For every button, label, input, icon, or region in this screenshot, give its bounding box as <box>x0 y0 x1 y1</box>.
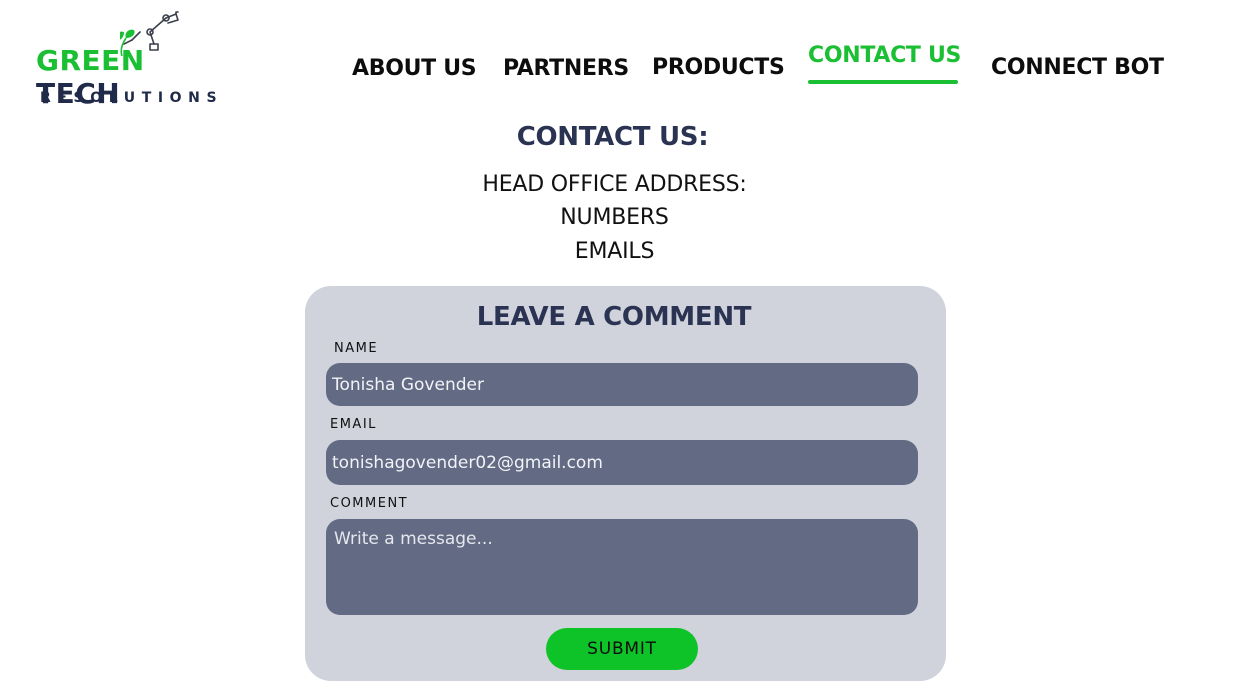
form-title: LEAVE A COMMENT <box>476 302 752 332</box>
brand-logo[interactable]: GREEN TECH RESOLUTIONS <box>34 10 239 110</box>
nav-connect-bot[interactable]: CONNECT BOT <box>991 55 1164 80</box>
logo-word-green: GREEN <box>36 44 145 77</box>
comment-field[interactable] <box>326 519 918 615</box>
name-field[interactable] <box>326 363 918 406</box>
contact-title: CONTACT US: <box>516 122 709 152</box>
email-label: EMAIL <box>330 417 377 432</box>
comment-label: COMMENT <box>330 496 409 511</box>
comment-form: LEAVE A COMMENT NAME EMAIL COMMENT SUBMI… <box>305 286 946 681</box>
nav-products[interactable]: PRODUCTS <box>652 55 785 80</box>
email-field[interactable] <box>326 440 918 485</box>
submit-button[interactable]: SUBMIT <box>546 628 698 670</box>
logo-subtitle: RESOLUTIONS <box>40 90 224 106</box>
nav-active-underline <box>808 80 958 84</box>
nav-about-us[interactable]: ABOUT US <box>352 56 477 81</box>
numbers-label: NUMBERS <box>560 205 669 230</box>
nav-partners[interactable]: PARTNERS <box>503 56 629 81</box>
emails-label: EMAILS <box>574 239 655 264</box>
nav-contact-us[interactable]: CONTACT US <box>808 43 961 68</box>
head-office-address-label: HEAD OFFICE ADDRESS: <box>482 172 747 197</box>
name-label: NAME <box>334 341 379 356</box>
